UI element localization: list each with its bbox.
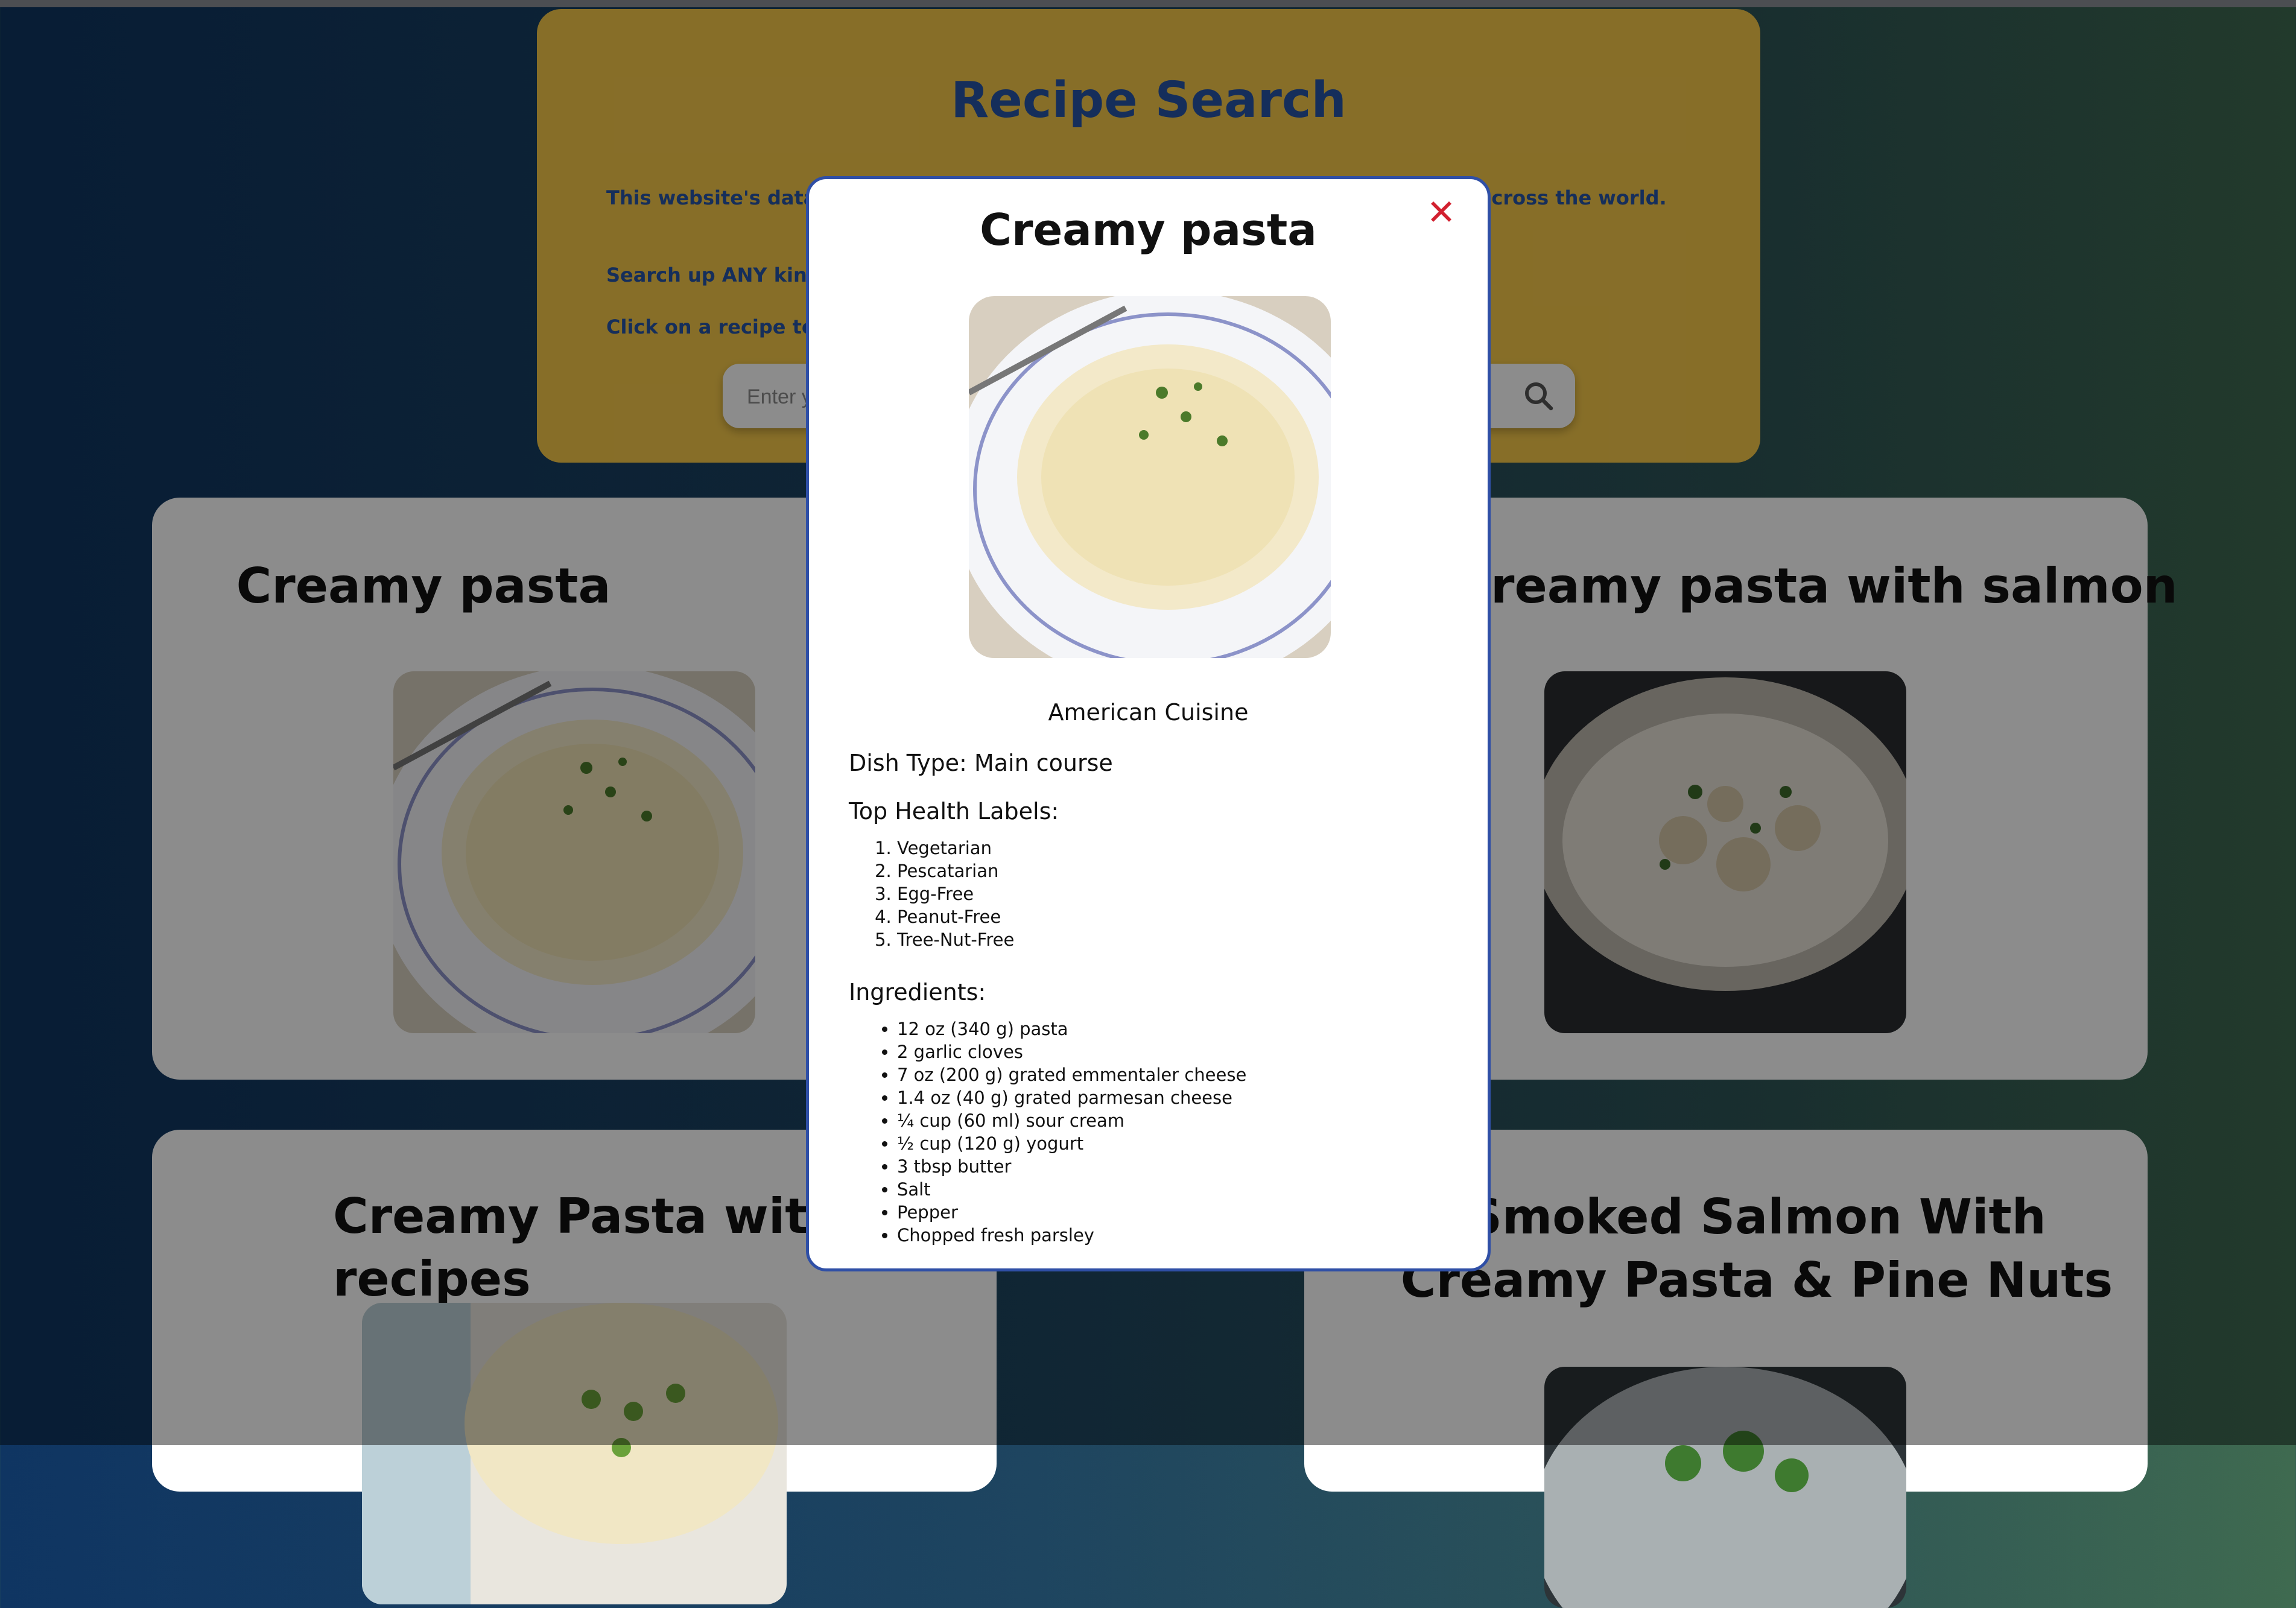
ingredient-item: 2 garlic cloves — [897, 1040, 1246, 1063]
modal-title: Creamy pasta — [980, 204, 1317, 255]
modal-recipe-image — [969, 296, 1331, 658]
ingredient-item: Pepper — [897, 1201, 1246, 1224]
health-labels-heading: Top Health Labels: — [849, 798, 1059, 825]
ingredient-item: Chopped fresh parsley — [897, 1224, 1246, 1247]
ingredient-item: ½ cup (120 g) yogurt — [897, 1132, 1246, 1155]
recipe-modal: ✕ Creamy pasta American Cuisine Dish Typ… — [806, 176, 1491, 1271]
ingredient-item: ¼ cup (60 ml) sour cream — [897, 1109, 1246, 1132]
health-label-item: Tree-Nut-Free — [897, 928, 1014, 951]
ingredients-list: 12 oz (340 g) pasta 2 garlic cloves 7 oz… — [849, 1018, 1246, 1247]
health-label-item: Pescatarian — [897, 859, 1014, 882]
ingredient-item: 1.4 oz (40 g) grated parmesan cheese — [897, 1086, 1246, 1109]
health-label-item: Egg-Free — [897, 882, 1014, 905]
dish-type-label: Dish Type: Main course — [849, 750, 1113, 776]
health-label-item: Peanut-Free — [897, 905, 1014, 928]
ingredient-item: 3 tbsp butter — [897, 1155, 1246, 1178]
cuisine-label: American Cuisine — [1048, 699, 1249, 726]
health-label-item: Vegetarian — [897, 837, 1014, 859]
ingredient-item: 12 oz (340 g) pasta — [897, 1018, 1246, 1040]
ingredients-heading: Ingredients: — [849, 979, 986, 1005]
ingredient-item: 7 oz (200 g) grated emmentaler cheese — [897, 1063, 1246, 1086]
ingredient-item: Salt — [897, 1178, 1246, 1201]
health-labels-list: Vegetarian Pescatarian Egg-Free Peanut-F… — [849, 837, 1014, 951]
